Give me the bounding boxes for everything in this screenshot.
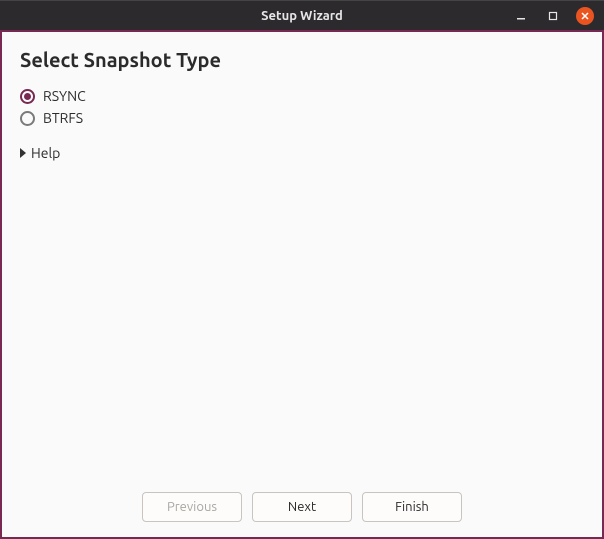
button-label: Next: [288, 500, 316, 514]
radio-option-btrfs[interactable]: BTRFS: [20, 107, 83, 129]
radio-label: RSYNC: [43, 88, 86, 104]
previous-button[interactable]: Previous: [142, 492, 242, 522]
minimize-icon: [516, 11, 526, 21]
maximize-icon: [548, 11, 558, 21]
button-label: Previous: [167, 500, 217, 514]
maximize-button[interactable]: [544, 7, 562, 25]
radio-icon: [20, 111, 35, 126]
window-body: Select Snapshot Type RSYNC BTRFS Help Pr…: [0, 30, 604, 539]
radio-option-rsync[interactable]: RSYNC: [20, 85, 86, 107]
chevron-right-icon: [20, 148, 26, 158]
button-label: Finish: [395, 500, 429, 514]
next-button[interactable]: Next: [252, 492, 352, 522]
radio-icon: [20, 89, 35, 104]
finish-button[interactable]: Finish: [362, 492, 462, 522]
close-icon: [580, 11, 590, 21]
help-expander[interactable]: Help: [20, 145, 60, 161]
content-area: Select Snapshot Type RSYNC BTRFS Help: [2, 32, 602, 485]
close-button[interactable]: [576, 7, 594, 25]
minimize-button[interactable]: [512, 7, 530, 25]
titlebar: Setup Wizard: [0, 0, 604, 30]
help-expander-label: Help: [31, 145, 60, 161]
window-controls: [512, 7, 604, 25]
page-title: Select Snapshot Type: [20, 48, 584, 71]
button-bar: Previous Next Finish: [2, 485, 602, 537]
radio-label: BTRFS: [43, 110, 83, 126]
